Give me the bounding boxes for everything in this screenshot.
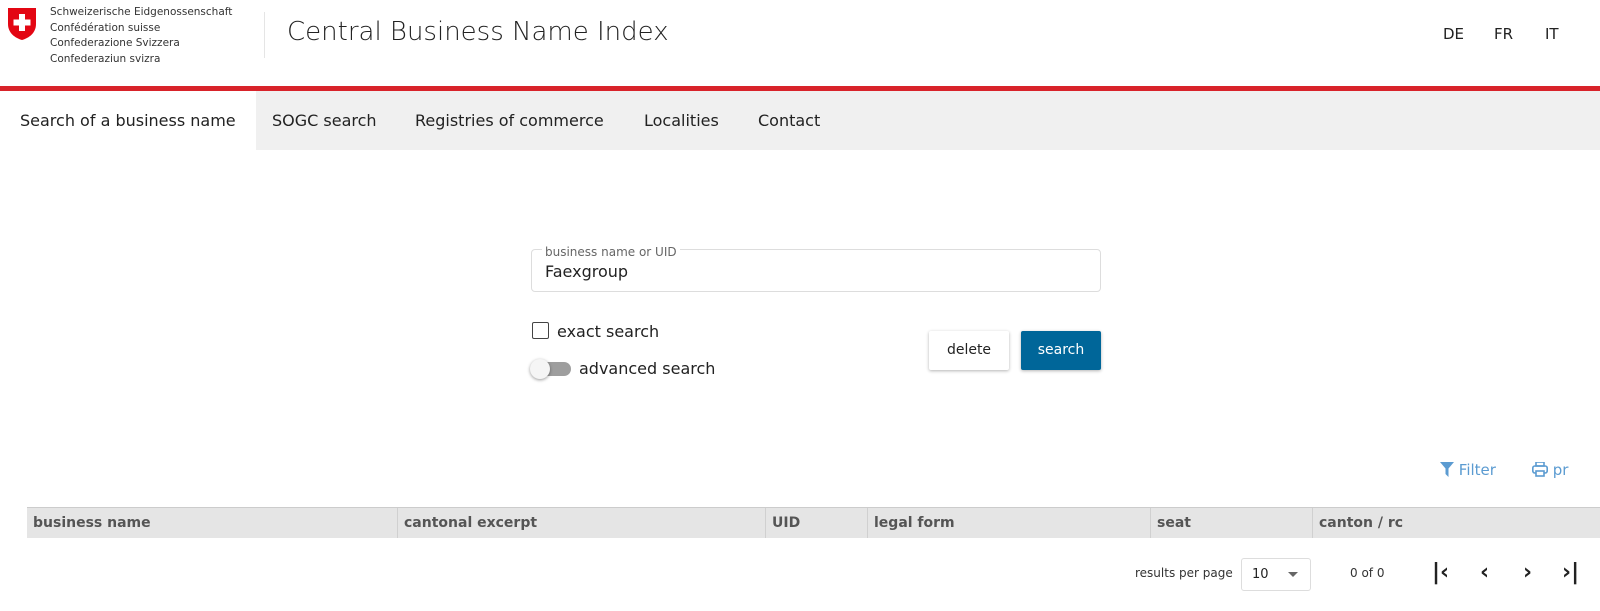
tab-search-business-name[interactable]: Search of a business name bbox=[0, 91, 256, 150]
tab-localities[interactable]: Localities bbox=[624, 91, 739, 150]
main-nav: Search of a business name SOGC search Re… bbox=[0, 91, 1600, 150]
field-label: business name or UID bbox=[542, 246, 680, 258]
tab-registries-of-commerce[interactable]: Registries of commerce bbox=[395, 91, 624, 150]
tab-sogc-search[interactable]: SOGC search bbox=[252, 91, 397, 150]
federation-line: Schweizerische Eidgenossenschaft bbox=[50, 6, 233, 18]
results-per-page-label: results per page bbox=[1135, 566, 1233, 580]
federation-line: Confédération suisse bbox=[50, 21, 161, 34]
results-table-header: business name cantonal excerpt UID legal… bbox=[27, 507, 1600, 538]
toggle-knob[interactable] bbox=[530, 359, 550, 379]
next-page-icon[interactable]: › bbox=[1523, 560, 1532, 585]
header: Schweizerische Eidgenossenschaft Confédé… bbox=[0, 0, 1600, 87]
first-page-icon[interactable]: |‹ bbox=[1432, 560, 1449, 585]
col-seat[interactable]: seat bbox=[1150, 508, 1191, 538]
page-title: Central Business Name Index bbox=[287, 17, 669, 47]
col-uid[interactable]: UID bbox=[765, 508, 800, 538]
filter-label: Filter bbox=[1458, 461, 1496, 479]
col-cantonal-excerpt[interactable]: cantonal excerpt bbox=[397, 508, 537, 538]
business-name-input[interactable] bbox=[545, 262, 1085, 281]
page-range: 0 of 0 bbox=[1350, 566, 1385, 580]
delete-button[interactable]: delete bbox=[929, 331, 1009, 370]
lang-de[interactable]: DE bbox=[1443, 25, 1464, 43]
tab-contact[interactable]: Contact bbox=[738, 91, 840, 150]
prev-page-icon[interactable]: ‹ bbox=[1480, 560, 1489, 585]
dropdown-arrow-icon bbox=[1288, 572, 1298, 577]
exact-search-checkbox[interactable] bbox=[532, 322, 549, 339]
print-label: pr bbox=[1552, 461, 1569, 479]
last-page-icon[interactable]: ›| bbox=[1562, 560, 1579, 585]
advanced-search-label[interactable]: advanced search bbox=[579, 359, 715, 378]
swiss-coat-of-arms-logo[interactable] bbox=[7, 7, 37, 41]
col-canton-rc[interactable]: canton / rc bbox=[1312, 508, 1403, 538]
lang-fr[interactable]: FR bbox=[1494, 25, 1513, 43]
search-button[interactable]: search bbox=[1021, 331, 1101, 370]
results-per-page-select[interactable]: 10 bbox=[1241, 558, 1311, 591]
business-name-field[interactable]: business name or UID bbox=[531, 246, 1101, 292]
federation-names: Schweizerische Eidgenossenschaft Confédé… bbox=[50, 5, 232, 67]
col-business-name[interactable]: business name bbox=[27, 508, 151, 538]
filter-icon bbox=[1440, 462, 1454, 477]
col-legal-form[interactable]: legal form bbox=[867, 508, 955, 538]
advanced-search-toggle[interactable] bbox=[530, 359, 571, 379]
exact-search-label[interactable]: exact search bbox=[557, 322, 659, 341]
federation-line: Confederaziun svizra bbox=[50, 52, 161, 65]
divider bbox=[264, 12, 265, 58]
lang-it[interactable]: IT bbox=[1545, 25, 1559, 43]
filter-button[interactable]: Filter bbox=[1440, 461, 1496, 479]
per-page-value: 10 bbox=[1252, 567, 1269, 582]
federation-line: Confederazione Svizzera bbox=[50, 37, 180, 49]
print-button[interactable]: pr bbox=[1532, 461, 1568, 479]
printer-icon bbox=[1532, 461, 1548, 477]
